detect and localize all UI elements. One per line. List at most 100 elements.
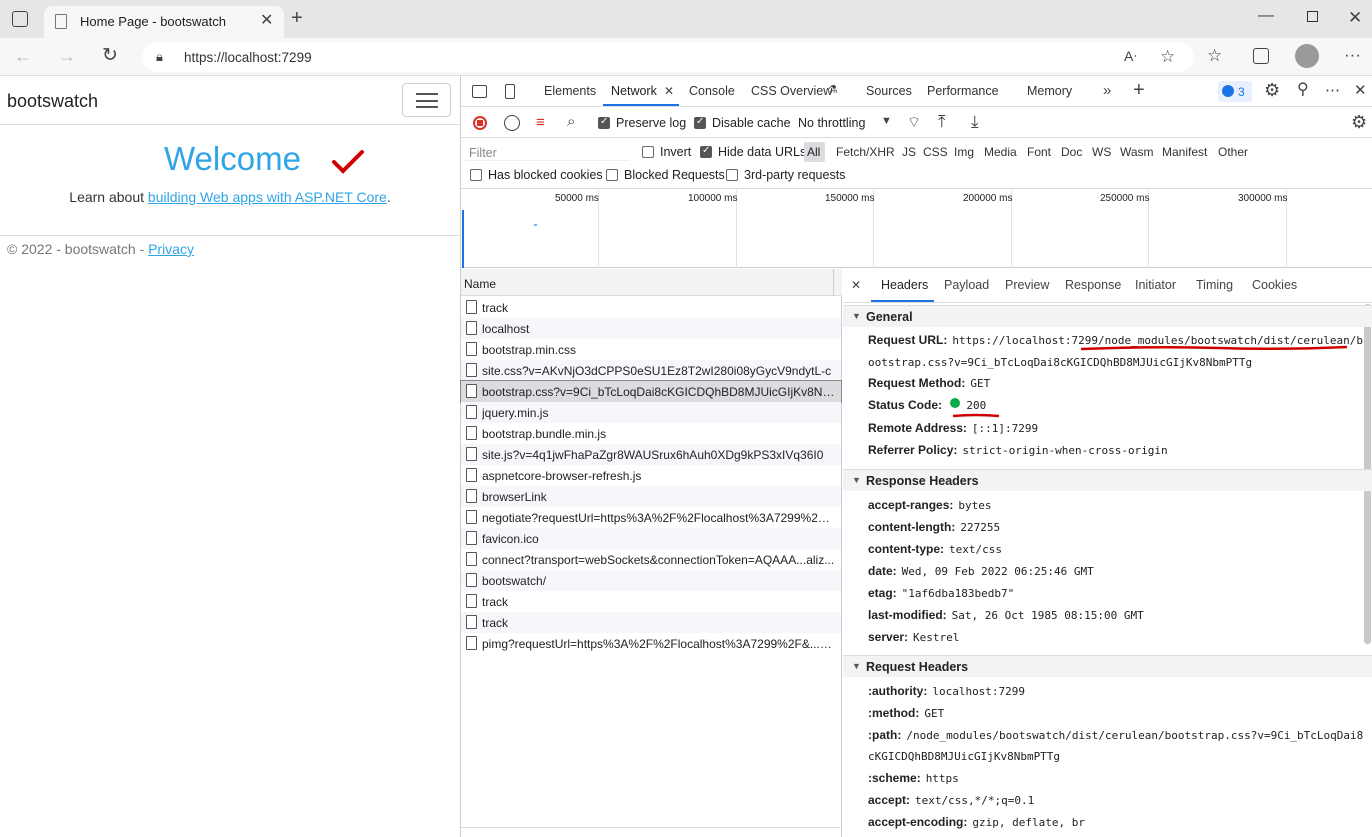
back-icon[interactable]: ← bbox=[14, 47, 32, 65]
lock-icon[interactable]: 🔒︎ bbox=[156, 50, 163, 63]
third-party-requests-checkbox[interactable] bbox=[726, 169, 738, 181]
type-filter-fetch-xhr[interactable]: Fetch/XHR bbox=[836, 145, 895, 159]
settings-gear-icon[interactable]: ⚙ bbox=[1264, 81, 1280, 99]
type-filter-js[interactable]: JS bbox=[902, 145, 916, 159]
tab-actions-icon[interactable] bbox=[12, 11, 28, 27]
forward-icon[interactable]: → bbox=[58, 47, 76, 65]
general-section-header[interactable]: ▼ General bbox=[843, 305, 1372, 327]
tab-network[interactable]: Network bbox=[611, 84, 657, 98]
status-code-value[interactable]: 200 bbox=[966, 399, 986, 412]
type-filter-media[interactable]: Media bbox=[984, 145, 1017, 159]
search-icon[interactable]: ⌕ bbox=[567, 114, 575, 129]
favorites-icon[interactable]: ☆ bbox=[1207, 47, 1222, 64]
import-har-icon[interactable]: ⤒ bbox=[938, 113, 946, 130]
remote-address-value[interactable]: [::1]:7299 bbox=[972, 422, 1038, 435]
name-column-header[interactable]: Name bbox=[464, 277, 496, 291]
close-detail-icon[interactable]: ✕ bbox=[851, 279, 861, 291]
has-blocked-cookies-label[interactable]: Has blocked cookies bbox=[488, 168, 603, 182]
network-conditions-icon[interactable]: ⌔ bbox=[907, 115, 921, 130]
header-value[interactable]: text/css bbox=[949, 543, 1002, 556]
detail-tab-headers[interactable]: Headers bbox=[881, 278, 928, 292]
request-url-value-cont[interactable]: ootstrap.css?v=9Ci_bTcLoqDai8cKGICDQhBD8… bbox=[868, 356, 1252, 369]
filter-input[interactable]: Filter bbox=[465, 143, 630, 161]
header-value[interactable]: bytes bbox=[958, 499, 991, 512]
header-value[interactable]: GET bbox=[924, 707, 944, 720]
referrer-policy-value[interactable]: strict-origin-when-cross-origin bbox=[962, 444, 1167, 457]
type-filter-font[interactable]: Font bbox=[1027, 145, 1051, 159]
disable-cache-checkbox[interactable] bbox=[694, 116, 706, 129]
header-value[interactable]: text/css,*/*;q=0.1 bbox=[915, 794, 1034, 807]
header-value[interactable]: gzip, deflate, br bbox=[972, 816, 1085, 829]
request-row[interactable]: connect?transport=webSockets&connectionT… bbox=[461, 549, 841, 570]
detail-tab-timing[interactable]: Timing bbox=[1196, 278, 1233, 292]
type-filter-doc[interactable]: Doc bbox=[1061, 145, 1082, 159]
header-value[interactable]: 227255 bbox=[960, 521, 1000, 534]
request-row[interactable]: jquery.min.js bbox=[461, 402, 841, 423]
device-toolbar-icon[interactable] bbox=[505, 84, 515, 99]
preserve-log-checkbox[interactable] bbox=[598, 116, 610, 129]
type-filter-all[interactable]: All bbox=[804, 142, 825, 162]
more-tabs-icon[interactable]: » bbox=[1103, 83, 1111, 98]
request-row[interactable]: bootswatch/ bbox=[461, 570, 841, 591]
response-headers-section-header[interactable]: ▼ Response Headers bbox=[843, 469, 1372, 491]
header-value[interactable]: Wed, 09 Feb 2022 06:25:46 GMT bbox=[902, 565, 1094, 578]
refresh-icon[interactable]: ↻ bbox=[102, 46, 118, 65]
type-filter-manifest[interactable]: Manifest bbox=[1162, 145, 1207, 159]
close-tab-icon[interactable]: ✕ bbox=[260, 13, 273, 29]
add-tab-icon[interactable]: + bbox=[1133, 80, 1145, 100]
header-value[interactable]: Sat, 26 Oct 1985 08:15:00 GMT bbox=[952, 609, 1144, 622]
request-row[interactable]: pimg?requestUrl=https%3A%2F%2Flocalhost%… bbox=[461, 633, 841, 654]
request-list-header[interactable]: Name bbox=[461, 269, 842, 296]
detail-tab-initiator[interactable]: Initiator bbox=[1135, 278, 1176, 292]
request-row[interactable]: localhost bbox=[461, 318, 841, 339]
type-filter-other[interactable]: Other bbox=[1218, 145, 1248, 159]
maximize-icon[interactable] bbox=[1307, 11, 1318, 22]
header-value[interactable]: /node_modules/bootswatch/dist/cerulean/b… bbox=[906, 729, 1363, 742]
close-devtools-icon[interactable]: ✕ bbox=[1354, 83, 1367, 98]
header-value-cont[interactable]: cKGICDQhBD8MJUicGIjKv8NbmPTTg bbox=[868, 750, 1060, 763]
clear-icon[interactable] bbox=[504, 115, 520, 131]
customize-icon[interactable]: ⚲ bbox=[1297, 82, 1309, 98]
detail-tab-payload[interactable]: Payload bbox=[944, 278, 989, 292]
browser-tab[interactable]: Home Page - bootswatch ✕ bbox=[44, 6, 284, 38]
hide-data-urls-label[interactable]: Hide data URLs bbox=[718, 145, 806, 159]
request-row[interactable]: bootstrap.bundle.min.js bbox=[461, 423, 841, 444]
tab-elements[interactable]: Elements bbox=[544, 84, 596, 98]
new-tab-icon[interactable]: + bbox=[291, 8, 303, 28]
tab-performance[interactable]: Performance bbox=[927, 84, 999, 98]
invert-label[interactable]: Invert bbox=[660, 145, 691, 159]
disable-cache-label[interactable]: Disable cache bbox=[712, 116, 791, 130]
aspnet-docs-link[interactable]: building Web apps with ASP.NET Core bbox=[148, 189, 387, 205]
invert-checkbox[interactable] bbox=[642, 146, 654, 158]
hide-data-urls-checkbox[interactable] bbox=[700, 145, 712, 158]
request-row[interactable]: negotiate?requestUrl=https%3A%2F%2Flocal… bbox=[461, 507, 841, 528]
more-options-icon[interactable]: ⋯ bbox=[1325, 83, 1340, 98]
detail-tab-cookies[interactable]: Cookies bbox=[1252, 278, 1297, 292]
issues-badge[interactable]: 3 bbox=[1218, 81, 1252, 102]
request-row[interactable]: site.js?v=4q1jwFhaPaZgr8WAUSrux6hAuh0XDg… bbox=[461, 444, 841, 465]
profile-avatar[interactable] bbox=[1295, 44, 1319, 68]
inspect-element-icon[interactable] bbox=[472, 85, 487, 98]
settings-more-icon[interactable]: ··· bbox=[1344, 46, 1361, 63]
request-row[interactable]: track bbox=[461, 297, 841, 318]
detail-tab-preview[interactable]: Preview bbox=[1005, 278, 1049, 292]
tab-sources[interactable]: Sources bbox=[866, 84, 912, 98]
type-filter-ws[interactable]: WS bbox=[1092, 145, 1111, 159]
request-row[interactable]: bootstrap.min.css bbox=[461, 339, 841, 360]
collections-icon[interactable] bbox=[1253, 48, 1269, 64]
tab-memory[interactable]: Memory bbox=[1027, 84, 1072, 98]
read-aloud-icon[interactable]: Aᐧ bbox=[1124, 49, 1137, 63]
request-headers-section-header[interactable]: ▼ Request Headers bbox=[843, 655, 1372, 677]
record-stop-icon[interactable] bbox=[473, 116, 487, 130]
close-window-icon[interactable]: ✕ bbox=[1348, 9, 1362, 26]
privacy-link[interactable]: Privacy bbox=[148, 241, 194, 257]
tab-css-overview[interactable]: CSS Overview bbox=[751, 84, 832, 98]
network-settings-icon[interactable]: ⚙ bbox=[1351, 113, 1367, 131]
request-row[interactable]: bootstrap.css?v=9Ci_bTcLoqDai8cKGICDQhBD… bbox=[460, 380, 842, 403]
request-row[interactable]: favicon.ico bbox=[461, 528, 841, 549]
header-value[interactable]: Kestrel bbox=[913, 631, 959, 644]
throttling-select[interactable]: No throttling ▼ bbox=[793, 112, 896, 134]
address-field[interactable]: 🔒︎ https://localhost:7299 Aᐧ ☆ bbox=[142, 42, 1194, 72]
filter-funnel-icon[interactable]: ≡ bbox=[536, 115, 545, 130]
blocked-requests-checkbox[interactable] bbox=[606, 169, 618, 181]
